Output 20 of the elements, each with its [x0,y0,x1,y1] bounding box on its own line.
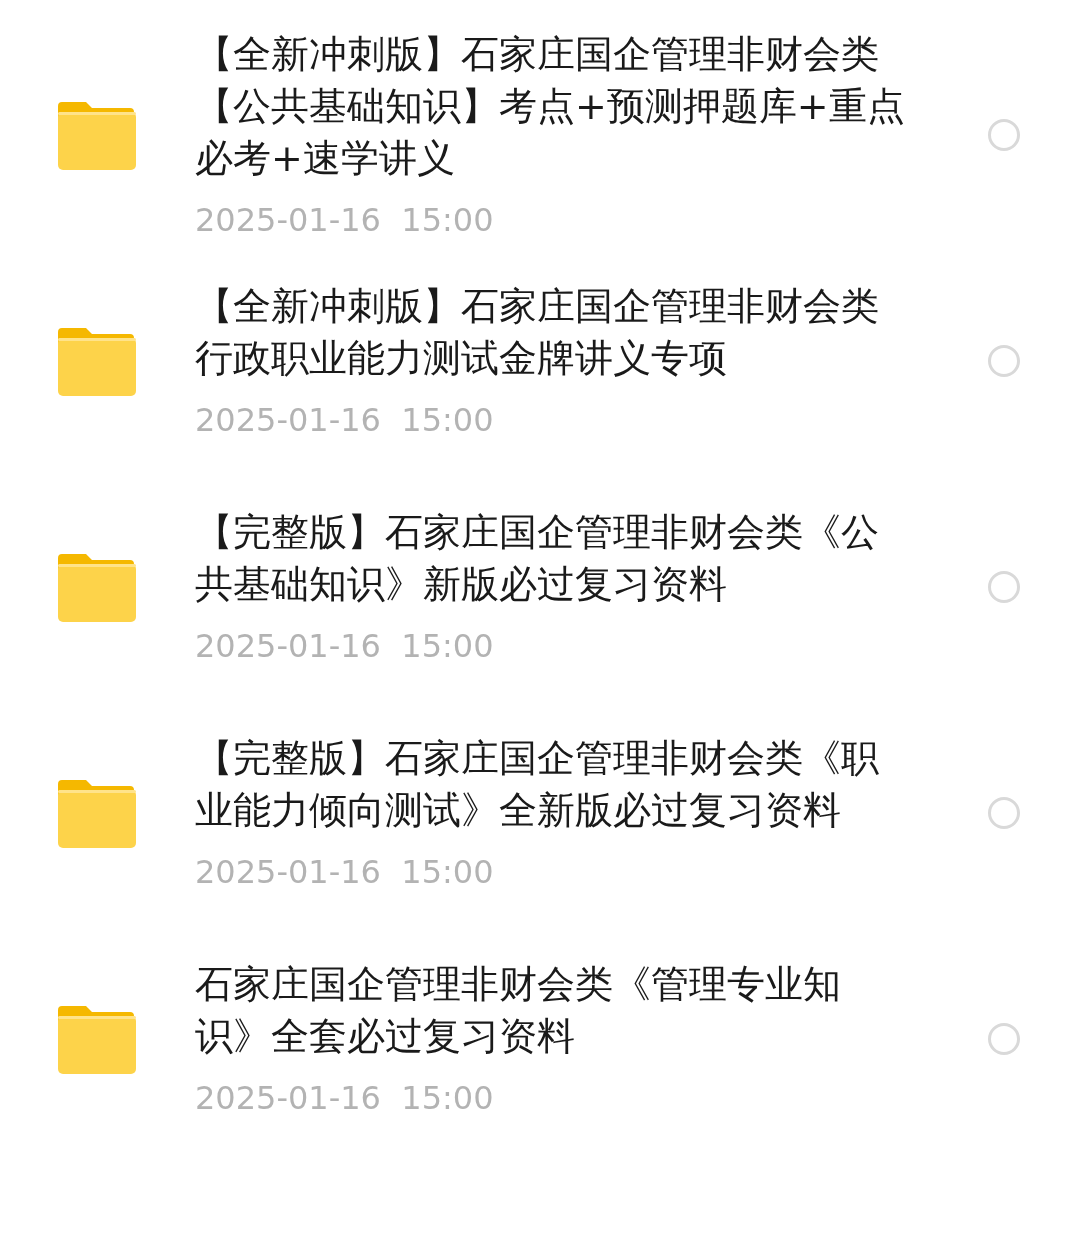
file-date: 2025-01-16 15:00 [195,626,495,667]
file-date: 2025-01-16 15:00 [195,852,495,893]
file-date: 2025-01-16 15:00 [195,1078,495,1119]
folder-icon [58,552,136,622]
file-date: 2025-01-16 15:00 [195,200,495,241]
select-radio[interactable] [988,571,1020,603]
file-name: 【全新冲刺版】石家庄国企管理非财会类【公共基础知识】考点+预测押题库+重点必考+速学讲义 [195,31,906,182]
folder-icon [58,778,136,848]
folder-icon [58,100,136,170]
file-name: 【完整版】石家庄国企管理非财会类《公共基础知识》新版必过复习资料 [195,509,880,608]
file-name: 【完整版】石家庄国企管理非财会类《职业能力倾向测试》全新版必过复习资料 [195,735,880,834]
select-radio[interactable] [988,1023,1020,1055]
select-radio[interactable] [988,119,1020,151]
file-name: 石家庄国企管理非财会类《管理专业知识》全套必过复习资料 [195,961,842,1060]
folder-icon [58,1004,136,1074]
select-radio[interactable] [988,797,1020,829]
file-name: 【全新冲刺版】石家庄国企管理非财会类行政职业能力测试金牌讲义专项 [195,283,880,382]
folder-icon [58,326,136,396]
file-date: 2025-01-16 15:00 [195,400,495,441]
select-radio[interactable] [988,345,1020,377]
